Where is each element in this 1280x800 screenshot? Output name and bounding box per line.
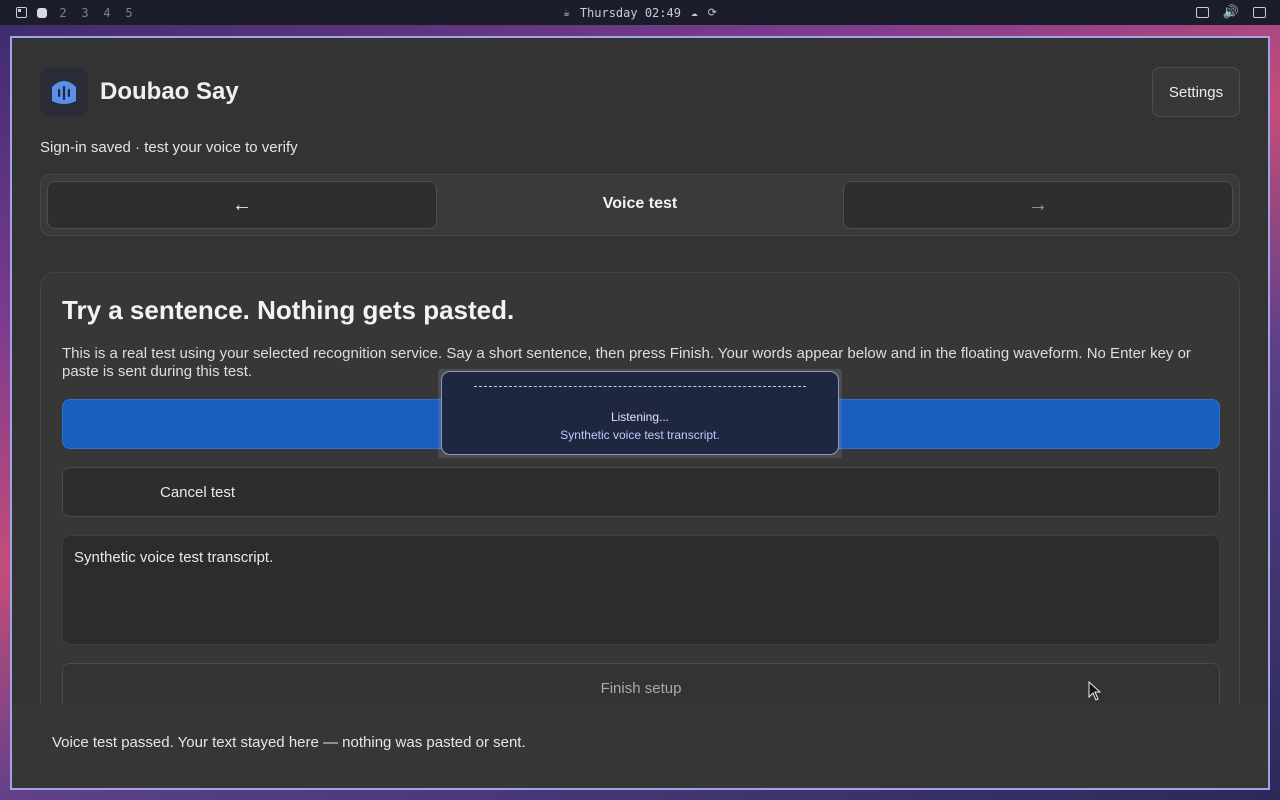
cancel-test-label: Cancel test bbox=[160, 484, 236, 501]
cup-icon: ☕ bbox=[563, 6, 570, 19]
transcript-textarea[interactable]: Synthetic voice test transcript. bbox=[62, 535, 1220, 645]
voice-test-card: Try a sentence. Nothing gets pasted. Thi… bbox=[40, 272, 1240, 772]
arrow-right-icon: → bbox=[1028, 193, 1048, 216]
card-heading: Try a sentence. Nothing gets pasted. bbox=[62, 295, 515, 325]
clock-area: ☕ Thursday 02:49 ☁ ⟳ bbox=[0, 0, 1280, 25]
tray-app-icon[interactable] bbox=[1195, 7, 1209, 18]
mouse-cursor-icon bbox=[1088, 681, 1102, 701]
clock[interactable]: Thursday 02:49 bbox=[580, 6, 681, 20]
floating-waveform-overlay: Listening... Synthetic voice test transc… bbox=[441, 371, 839, 455]
next-step-button[interactable]: → bbox=[843, 181, 1233, 229]
app-header: Doubao Say bbox=[40, 68, 239, 116]
test-result-message: Voice test passed. Your text stayed here… bbox=[52, 734, 526, 751]
refresh-icon[interactable]: ⟳ bbox=[708, 6, 717, 19]
status-footer: Voice test passed. Your text stayed here… bbox=[12, 704, 1268, 788]
cloud-icon: ☁ bbox=[690, 6, 698, 19]
app-title: Doubao Say bbox=[100, 78, 239, 105]
waveform bbox=[474, 386, 806, 390]
volume-icon[interactable]: 🔊 bbox=[1223, 5, 1239, 20]
overlay-status: Listening... bbox=[610, 410, 670, 424]
app-logo-icon bbox=[40, 68, 88, 116]
settings-button[interactable]: Settings bbox=[1152, 67, 1240, 117]
display-icon[interactable] bbox=[1253, 7, 1266, 18]
system-tray: 🔊 bbox=[1195, 0, 1266, 25]
signin-status: Sign-in saved · test your voice to verif… bbox=[40, 139, 298, 156]
cancel-test-button[interactable]: Cancel test bbox=[62, 467, 1220, 517]
step-navigation: ← Voice test → bbox=[40, 174, 1240, 236]
overlay-transcript: Synthetic voice test transcript. bbox=[560, 428, 720, 442]
system-top-bar: 2 3 4 5 ☕ Thursday 02:49 ☁ ⟳ 🔊 bbox=[0, 0, 1280, 25]
